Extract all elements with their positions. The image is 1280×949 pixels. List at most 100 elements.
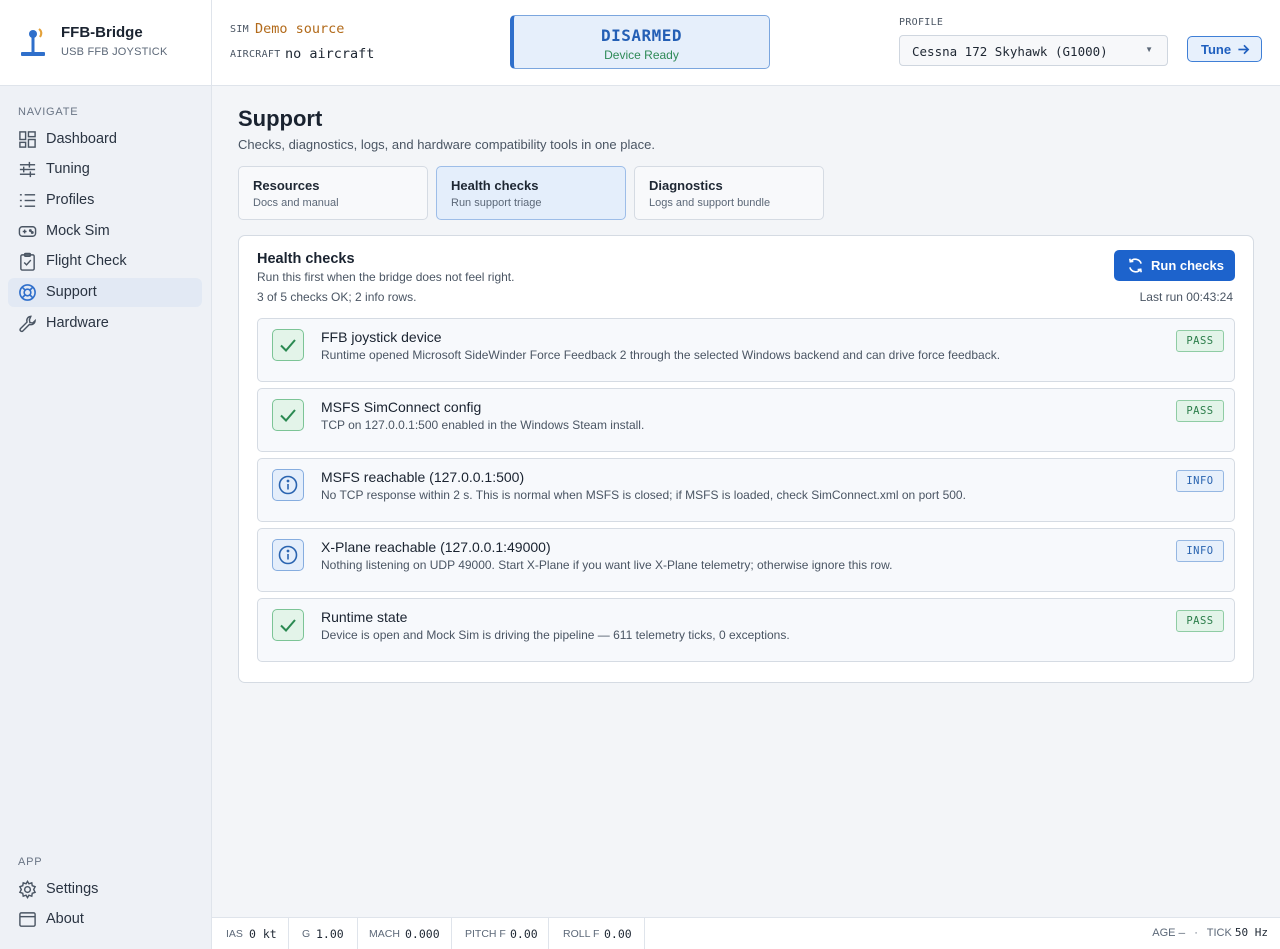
- list-icon: [19, 194, 36, 207]
- sidebar-item-mock-sim[interactable]: Mock Sim: [8, 217, 202, 246]
- tab-subtitle: Run support triage: [451, 197, 542, 209]
- check-name: Runtime state: [321, 609, 408, 625]
- sidebar-item-about[interactable]: About: [8, 905, 202, 934]
- sidebar-item-hardware[interactable]: Hardware: [8, 309, 202, 338]
- tab-diagnostics[interactable]: Diagnostics Logs and support bundle: [634, 166, 824, 220]
- panel-description: Run this first when the bridge does not …: [257, 270, 515, 284]
- check-pass-icon: [272, 609, 304, 641]
- sidebar-item-label: About: [46, 911, 84, 927]
- tab-title: Health checks: [451, 178, 539, 193]
- tab-subtitle: Logs and support bundle: [649, 197, 771, 209]
- run-checks-label: Run checks: [1151, 258, 1224, 273]
- caret-down-icon: ▼: [1145, 45, 1153, 54]
- lifebuoy-icon: [19, 284, 36, 301]
- sidebar-item-label: Settings: [46, 881, 99, 897]
- health-checks-panel: Health checks Run this first when the br…: [238, 235, 1254, 683]
- sidebar-item-label: Support: [46, 284, 97, 300]
- status-ias: IAS 0 kt: [212, 918, 289, 949]
- arrow-right-icon: [1238, 44, 1250, 55]
- check-description: Runtime opened Microsoft SideWinder Forc…: [321, 348, 1001, 362]
- page-description: Checks, diagnostics, logs, and hardware …: [238, 137, 655, 152]
- separator-dot: ·: [1194, 927, 1198, 939]
- check-pass-icon: [272, 399, 304, 431]
- dashboard-icon: [19, 131, 36, 148]
- last-run-time: Last run 00:43:24: [1139, 290, 1233, 304]
- sim-source-value: Demo source: [255, 21, 345, 37]
- profile-label: PROFILE: [899, 17, 944, 28]
- app-heading: APP: [18, 856, 43, 868]
- sidebar-item-label: Tuning: [46, 161, 90, 177]
- status-badge: PASS: [1176, 610, 1224, 632]
- check-description: TCP on 127.0.0.1:500 enabled in the Wind…: [321, 418, 645, 432]
- pitch-value: 0.00: [510, 927, 538, 941]
- status-badge: PASS: [1176, 400, 1224, 422]
- app-subtitle: USB FFB JOYSTICK: [61, 46, 168, 58]
- nav-heading: NAVIGATE: [18, 106, 79, 118]
- status-pitch-force: PITCH F 0.00: [452, 918, 549, 949]
- mach-key: MACH: [369, 928, 400, 940]
- sliders-icon: [19, 161, 36, 178]
- tick-key: TICK: [1206, 927, 1232, 939]
- brand: FFB-Bridge USB FFB JOYSTICK: [0, 0, 211, 86]
- g-key: G: [302, 928, 311, 940]
- panel-title: Health checks: [257, 251, 355, 267]
- tab-title: Resources: [253, 178, 320, 193]
- sidebar-item-tuning[interactable]: Tuning: [8, 155, 202, 184]
- arm-status-indicator[interactable]: DISARMED Device Ready: [510, 15, 770, 69]
- tab-subtitle: Docs and manual: [253, 197, 339, 209]
- sidebar: FFB-Bridge USB FFB JOYSTICK NAVIGATE Das…: [0, 0, 212, 949]
- ias-key: IAS: [226, 928, 243, 940]
- check-row-xplane-reachable: X-Plane reachable (127.0.0.1:49000) Noth…: [257, 528, 1235, 592]
- sidebar-item-flight-check[interactable]: Flight Check: [8, 247, 202, 276]
- check-name: MSFS reachable (127.0.0.1:500): [321, 469, 525, 485]
- sidebar-item-profiles[interactable]: Profiles: [8, 186, 202, 215]
- gear-icon: [18, 880, 37, 899]
- status-roll-force: ROLL F 0.00: [549, 918, 645, 949]
- checks-summary: 3 of 5 checks OK; 2 info rows.: [257, 290, 417, 304]
- status-badge: INFO: [1176, 540, 1224, 562]
- sidebar-item-support[interactable]: Support: [8, 278, 202, 307]
- device-status: Device Ready: [604, 48, 679, 62]
- age-key: AGE: [1152, 927, 1176, 939]
- sidebar-item-settings[interactable]: Settings: [8, 875, 202, 904]
- roll-key: ROLL F: [563, 928, 600, 940]
- status-bar: IAS 0 kt G 1.00 MACH 0.000 PITCH F 0.00 …: [212, 917, 1280, 949]
- check-pass-icon: [272, 329, 304, 361]
- check-description: Device is open and Mock Sim is driving t…: [321, 628, 790, 642]
- aircraft-value: no aircraft: [285, 46, 375, 62]
- status-right: AGE — · TICK 50 Hz: [1152, 926, 1268, 939]
- check-name: FFB joystick device: [321, 329, 442, 345]
- run-checks-button[interactable]: Run checks: [1114, 250, 1235, 281]
- mach-value: 0.000: [405, 927, 440, 941]
- status-badge: PASS: [1176, 330, 1224, 352]
- top-bar: SIM Demo source AIRCRAFT no aircraft DIS…: [212, 0, 1280, 86]
- check-row-runtime-state: Runtime state Device is open and Mock Si…: [257, 598, 1235, 662]
- roll-value: 0.00: [604, 927, 632, 941]
- sidebar-item-label: Mock Sim: [46, 223, 110, 239]
- refresh-icon: [1129, 258, 1142, 273]
- pitch-key: PITCH F: [465, 928, 506, 940]
- status-badge: INFO: [1176, 470, 1224, 492]
- tab-resources[interactable]: Resources Docs and manual: [238, 166, 428, 220]
- sidebar-item-dashboard[interactable]: Dashboard: [8, 125, 202, 154]
- ias-value: 0 kt: [249, 927, 277, 941]
- sidebar-item-label: Flight Check: [46, 253, 127, 269]
- sim-key: SIM: [230, 24, 249, 35]
- profile-select[interactable]: Cessna 172 Skyhawk (G1000) ▼: [899, 35, 1168, 66]
- check-name: X-Plane reachable (127.0.0.1:49000): [321, 539, 551, 555]
- tune-button-label: Tune: [1201, 42, 1232, 57]
- page-title: Support: [238, 106, 323, 131]
- sidebar-item-label: Hardware: [46, 315, 109, 331]
- info-icon: [272, 469, 304, 501]
- info-icon: [272, 539, 304, 571]
- gamepad-icon: [18, 226, 37, 237]
- g-value: 1.00: [316, 927, 344, 941]
- status-g: G 1.00: [289, 918, 358, 949]
- clipboard-check-icon: [20, 252, 35, 271]
- sidebar-item-label: Dashboard: [46, 131, 117, 147]
- check-row-simconnect-config: MSFS SimConnect config TCP on 127.0.0.1:…: [257, 388, 1235, 452]
- arm-state: DISARMED: [600, 26, 683, 45]
- tab-health-checks[interactable]: Health checks Run support triage: [436, 166, 626, 220]
- status-mach: MACH 0.000: [358, 918, 452, 949]
- tune-button[interactable]: Tune: [1187, 36, 1262, 62]
